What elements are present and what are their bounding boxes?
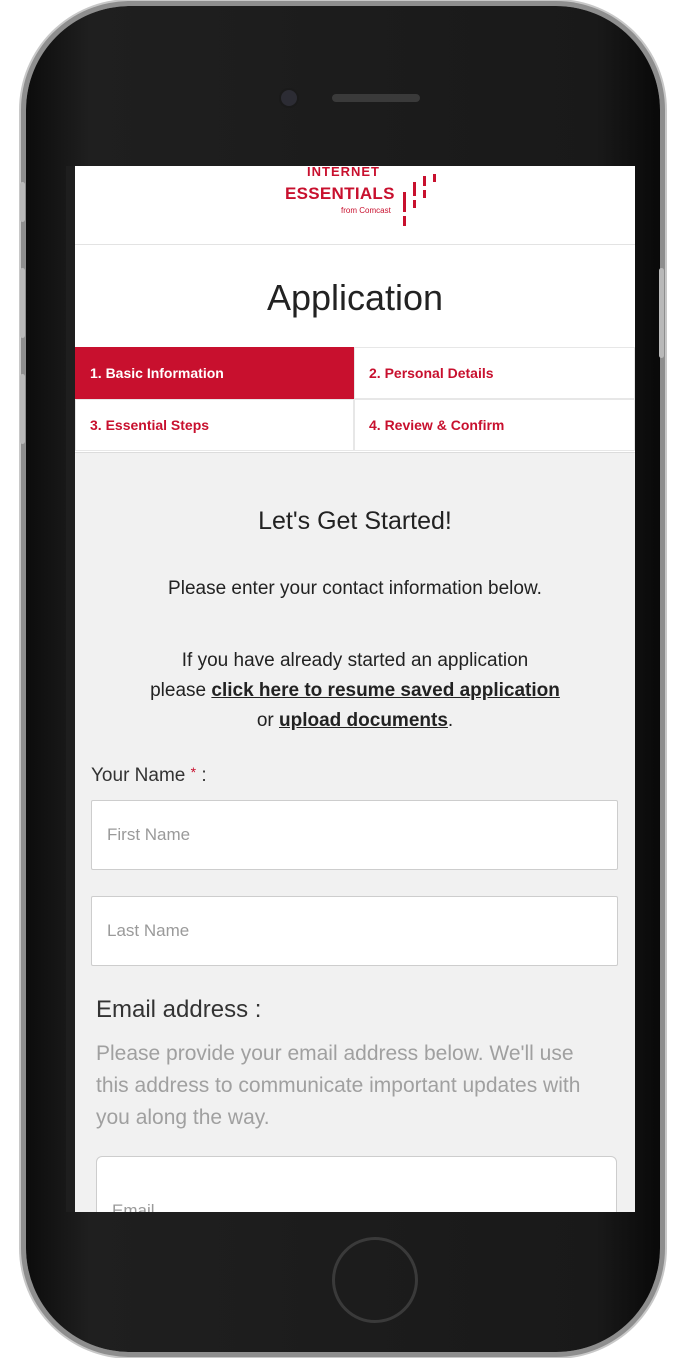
volume-down-button [20,374,25,444]
power-button [659,268,664,358]
name-label-text: Your Name [91,765,186,786]
intro-text: Please enter your contact information be… [168,578,542,599]
email-label: Email address : [96,996,262,1023]
site-header: INTERNET ESSENTIALS from Comcast [75,166,635,245]
resume-text: If you have already started an applicati… [75,646,635,736]
form-content: Let's Get Started! Please enter your con… [75,453,635,1212]
tab-personal-details[interactable]: 2. Personal Details [354,347,635,399]
volume-up-button [20,268,25,338]
mute-switch [20,182,25,222]
resume-please: please [150,680,207,701]
internet-essentials-logo[interactable]: INTERNET ESSENTIALS from Comcast [285,166,465,236]
email-help-text: Please provide your email address below.… [96,1042,581,1129]
name-label-colon: : [201,765,207,786]
screen-edge-shadow [66,166,75,1212]
resume-period: . [447,710,454,731]
first-name-field[interactable] [91,800,618,870]
title-section: Application [75,245,635,347]
resume-prefix: If you have already started an applicati… [181,650,529,671]
upload-documents-link[interactable]: upload documents [279,710,448,731]
tab-essential-steps[interactable]: 3. Essential Steps [75,399,354,451]
phone-screen: INTERNET ESSENTIALS from Comcast Applica… [66,166,635,1212]
logo-main-text: ESSENTIALS [285,184,395,203]
resume-or: or [256,710,274,731]
name-label: Your Name * : [91,764,207,787]
step-tabs: 1. Basic Information 2. Personal Details… [75,347,635,453]
home-button[interactable] [332,1237,418,1323]
email-field[interactable] [96,1156,617,1212]
resume-application-link[interactable]: click here to resume saved application [211,680,559,701]
signal-bars-icon [403,174,436,226]
logo-top-text: INTERNET [307,166,380,179]
form-heading: Let's Get Started! [258,507,452,535]
logo-sub-text: from Comcast [341,206,391,215]
tab-basic-information[interactable]: 1. Basic Information [75,347,354,399]
page-title: Application [266,277,444,318]
tab-review-confirm[interactable]: 4. Review & Confirm [354,399,635,451]
required-indicator: * [190,764,197,780]
front-camera [279,88,299,108]
earpiece-speaker [332,94,420,102]
last-name-field[interactable] [91,896,618,966]
